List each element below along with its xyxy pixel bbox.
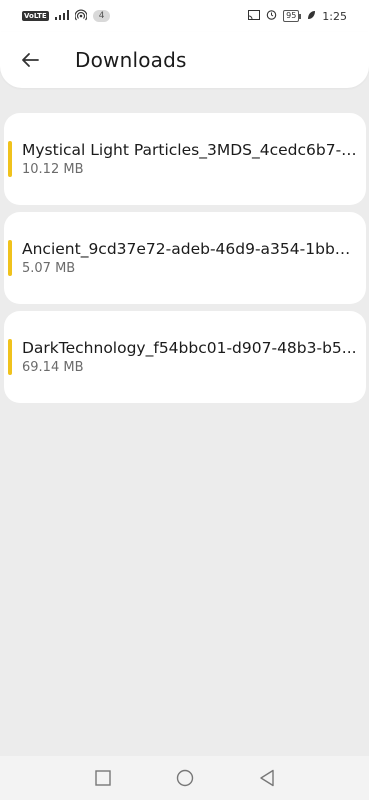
file-name: Mystical Light Particles_3MDS_4cedc6b7-f… xyxy=(22,141,360,159)
file-name: DarkTechnology_f54bbc01-d907-48b3-b5... xyxy=(22,339,357,357)
signal-icon xyxy=(54,9,69,23)
volte-icon: VoLTE xyxy=(22,11,49,21)
alarm-icon xyxy=(266,9,277,23)
battery-level: 95 xyxy=(283,10,300,22)
system-nav-bar xyxy=(0,756,369,800)
circle-icon xyxy=(176,769,193,787)
file-size: 10.12 MB xyxy=(22,162,84,177)
file-size: 69.14 MB xyxy=(22,360,84,375)
page-title: Downloads xyxy=(75,48,187,72)
status-bar: VoLTE 4 95 1:25 xyxy=(0,0,369,32)
triangle-icon xyxy=(259,769,274,787)
file-name: Ancient_9cd37e72-adeb-46d9-a354-1bb95... xyxy=(22,240,360,258)
clock-time: 1:25 xyxy=(322,9,347,23)
notification-badge: 4 xyxy=(92,10,111,22)
app-header: Downloads xyxy=(0,32,369,88)
item-text: DarkTechnology_f54bbc01-d907-48b3-b5... … xyxy=(22,338,360,376)
cast-icon xyxy=(248,9,261,23)
square-icon xyxy=(94,770,111,786)
battery-tip xyxy=(299,13,302,19)
status-right: 95 1:25 xyxy=(248,9,347,23)
home-button[interactable] xyxy=(173,766,197,790)
recents-button[interactable] xyxy=(91,766,115,790)
download-item[interactable]: Ancient_9cd37e72-adeb-46d9-a354-1bb95...… xyxy=(4,212,366,304)
battery-icon: 95 xyxy=(283,10,302,22)
back-button[interactable] xyxy=(2,32,58,88)
leaf-icon xyxy=(307,10,316,23)
nav-back-button[interactable] xyxy=(255,766,279,790)
item-text: Ancient_9cd37e72-adeb-46d9-a354-1bb95...… xyxy=(22,239,360,277)
arrow-left-icon xyxy=(22,53,39,67)
status-left: VoLTE 4 xyxy=(22,8,111,24)
download-item[interactable]: Mystical Light Particles_3MDS_4cedc6b7-f… xyxy=(4,113,366,205)
file-size: 5.07 MB xyxy=(22,261,76,276)
item-accent-bar xyxy=(8,141,12,177)
item-accent-bar xyxy=(8,240,12,276)
item-text: Mystical Light Particles_3MDS_4cedc6b7-f… xyxy=(22,140,360,178)
downloads-list: Mystical Light Particles_3MDS_4cedc6b7-f… xyxy=(4,113,366,410)
item-accent-bar xyxy=(8,339,12,375)
hotspot-icon xyxy=(74,8,88,24)
download-item[interactable]: DarkTechnology_f54bbc01-d907-48b3-b5... … xyxy=(4,311,366,403)
